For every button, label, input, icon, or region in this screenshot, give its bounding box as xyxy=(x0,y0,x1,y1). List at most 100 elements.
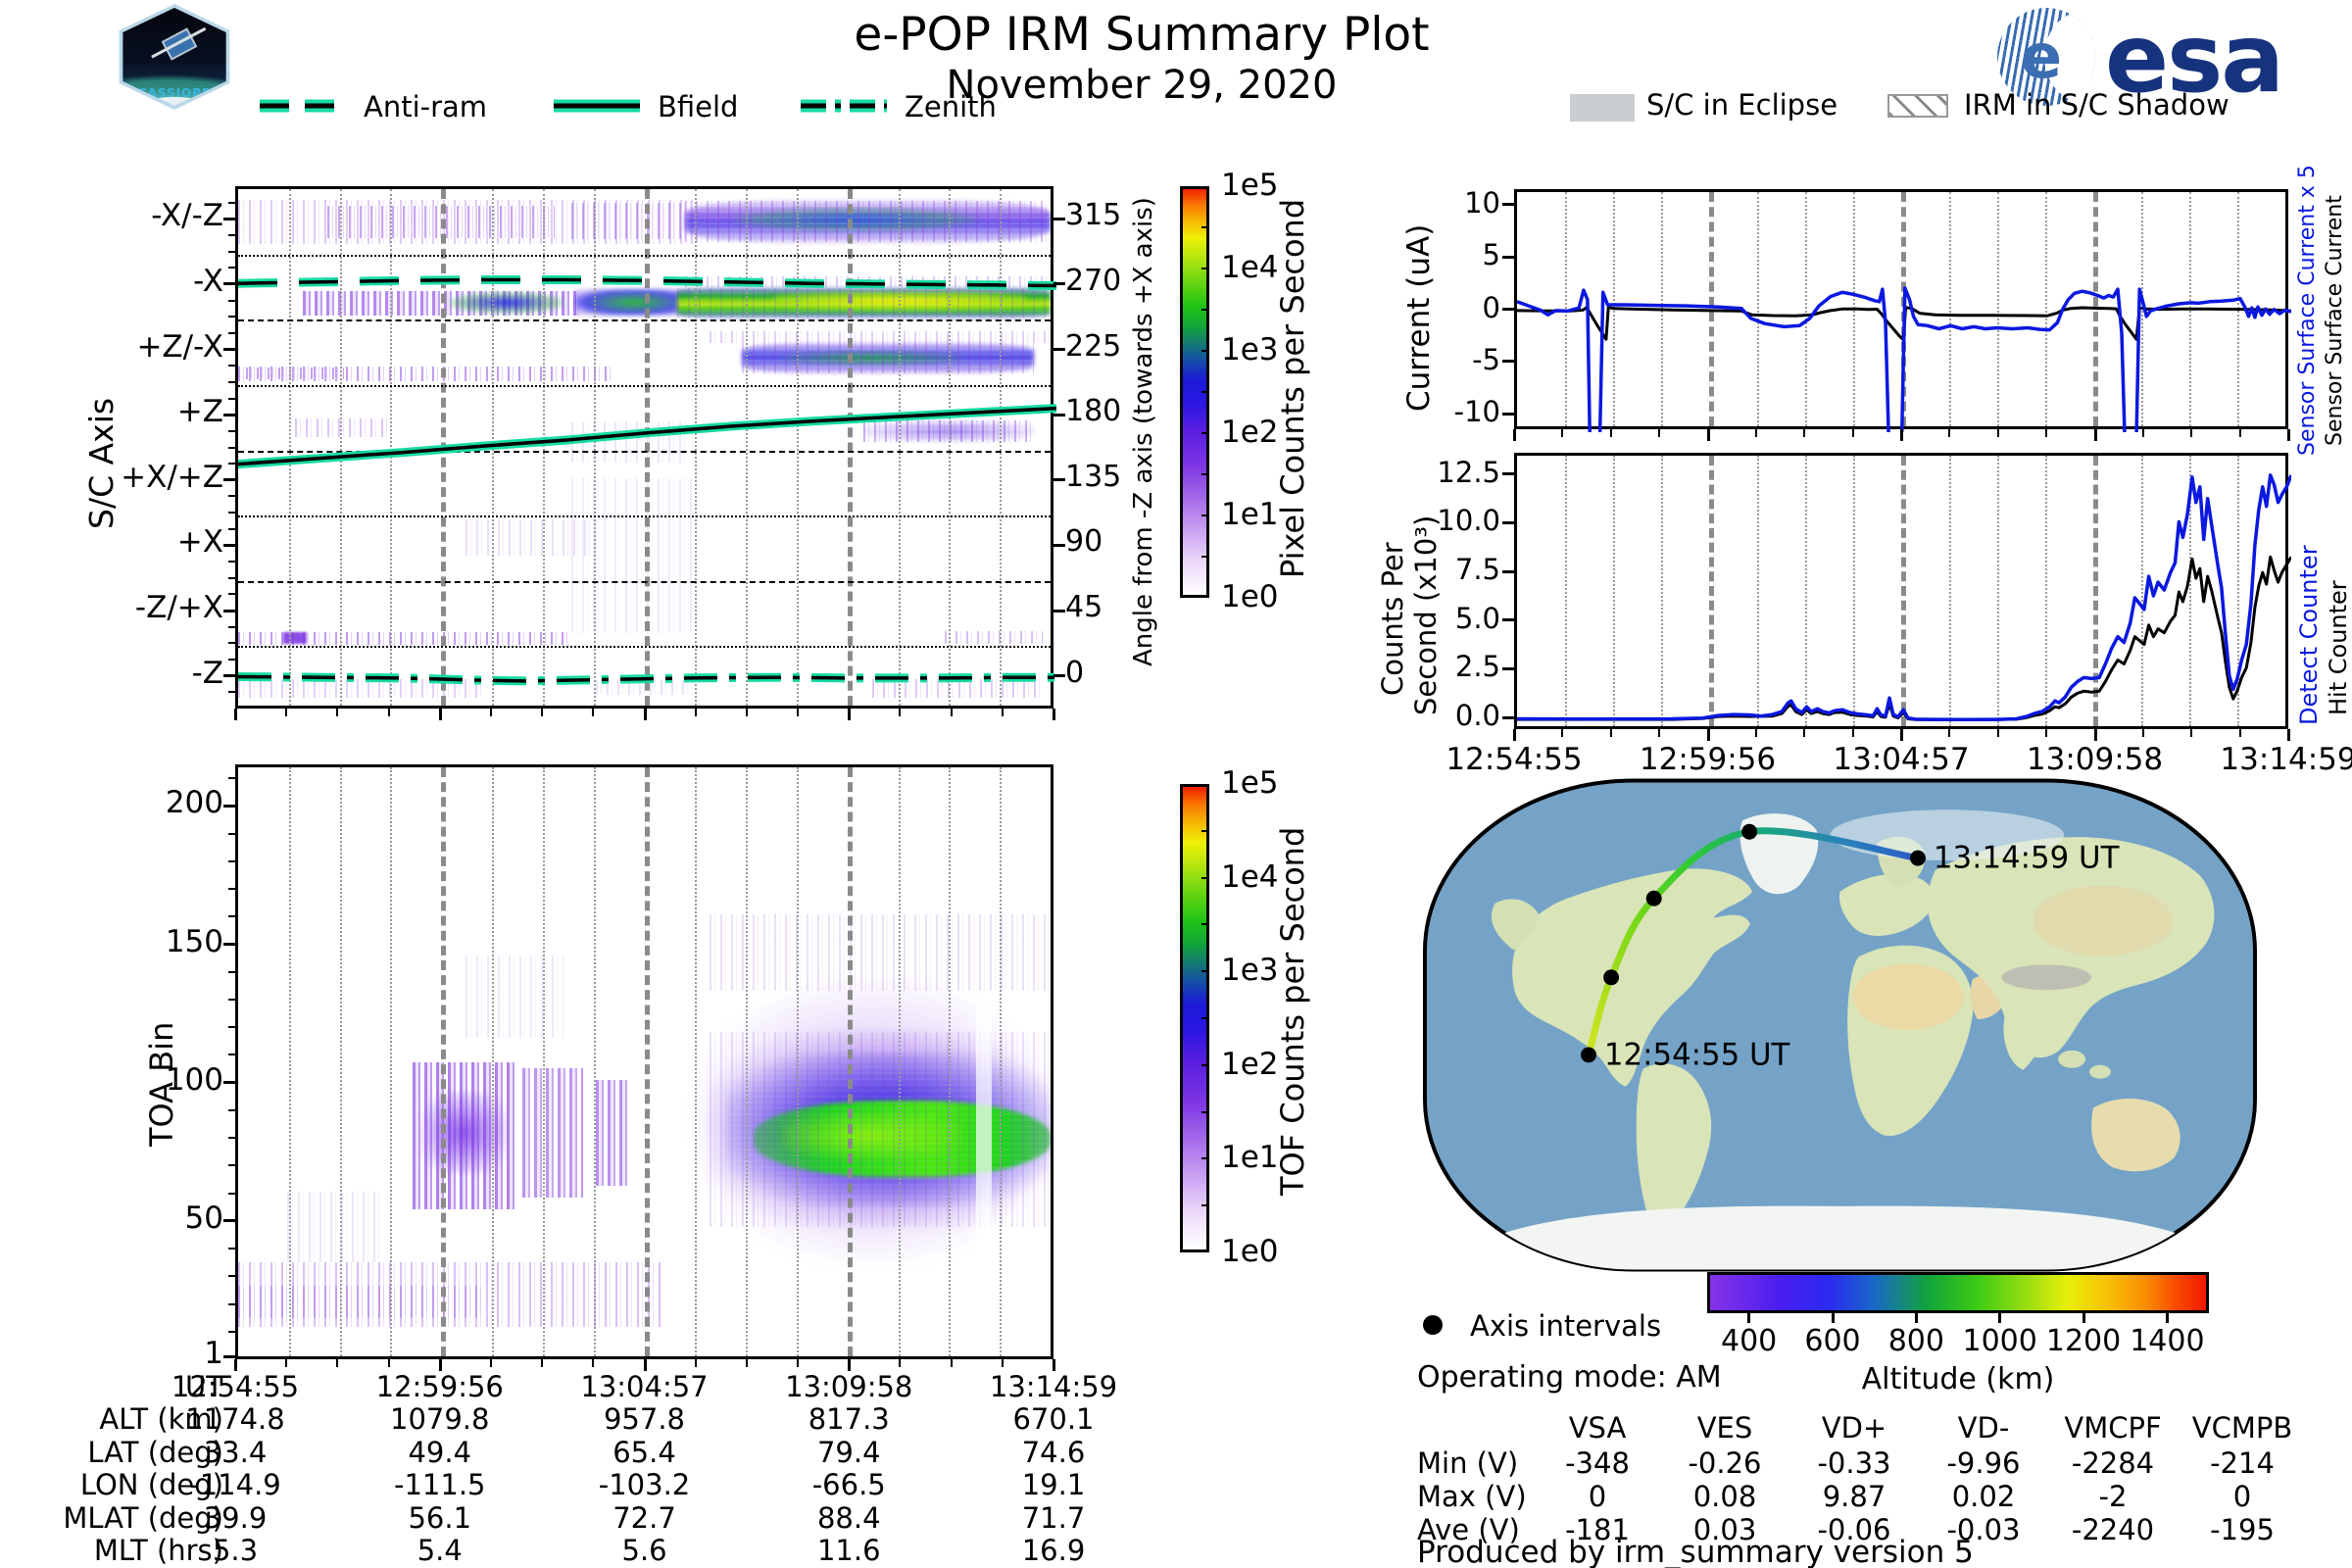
ephemeris-cell: 49.4 xyxy=(408,1435,472,1469)
colorbar-tick: 1e2 xyxy=(1221,415,1279,450)
x-tick xyxy=(950,1359,953,1367)
y-minortick xyxy=(228,316,235,318)
x-tick xyxy=(285,1359,288,1367)
x-tick xyxy=(234,709,237,720)
time-gridline xyxy=(339,767,342,1356)
y-tick xyxy=(1502,569,1514,573)
sc-axis-row-label: -Z xyxy=(191,655,223,691)
axis-intervals-label: Axis intervals xyxy=(1470,1309,1662,1343)
counters-series xyxy=(1517,473,2291,722)
y-tick xyxy=(1502,618,1514,622)
y-minortick xyxy=(228,1108,235,1111)
axis-intervals-dot-icon xyxy=(1423,1315,1443,1335)
counters-ytick: 0.0 xyxy=(1454,699,1500,733)
colorbar-tick: 1e3 xyxy=(1221,953,1279,989)
x-tick xyxy=(2045,729,2048,737)
ephemeris-cell: 13:04:57 xyxy=(580,1370,709,1403)
eclipse-legend-label: S/C in Eclipse xyxy=(1646,88,1838,122)
y-tick xyxy=(1502,666,1514,670)
time-gridline xyxy=(847,767,853,1356)
y-minortick xyxy=(228,777,235,780)
ephemeris-cell: 1174.8 xyxy=(185,1402,285,1437)
x-tick xyxy=(489,1359,492,1367)
y-minortick xyxy=(228,1302,235,1305)
x-tick xyxy=(2093,729,2097,741)
y-minortick xyxy=(228,1275,235,1278)
cbar-minortick xyxy=(1201,1157,1209,1160)
x-tick xyxy=(489,709,492,716)
time-gridline xyxy=(593,767,596,1356)
track-end-label: 13:14:59 UT xyxy=(1934,841,2120,876)
colorbar-tick: 1e4 xyxy=(1221,250,1279,285)
ephemeris-cell: 1079.8 xyxy=(390,1402,490,1437)
x-tick xyxy=(336,709,339,716)
time-gridline xyxy=(644,767,650,1356)
y-minortick xyxy=(228,201,235,204)
y-minortick xyxy=(228,1248,235,1250)
x-tick xyxy=(285,709,288,716)
alt-tick xyxy=(1747,1313,1751,1323)
colorbar-tick: 1e4 xyxy=(1221,858,1279,895)
sc-axis-row-label: -X/-Z xyxy=(151,198,223,234)
x-tick xyxy=(1513,729,1516,741)
alt-tick xyxy=(2082,1313,2085,1323)
sc-axis-row-label: -X xyxy=(193,263,223,299)
time-gridline xyxy=(441,767,447,1356)
ephemeris-cell: 11.6 xyxy=(816,1534,881,1567)
y-minortick xyxy=(228,1054,235,1056)
cbar-minortick xyxy=(1201,829,1209,832)
ephemeris-cell: 33.4 xyxy=(203,1435,268,1469)
y-minortick xyxy=(228,642,235,645)
colorbar-tick: 1e1 xyxy=(1221,1140,1279,1176)
ephemeris-cell: 5.3 xyxy=(212,1534,259,1567)
x-tick xyxy=(1706,429,1710,441)
y-minortick xyxy=(228,1330,235,1333)
x-tick xyxy=(1803,729,1806,737)
shadow-legend-label: IRM in S/C Shadow xyxy=(1964,88,2230,122)
counters-ytick: 7.5 xyxy=(1454,553,1500,587)
toa-ytick: 100 xyxy=(165,1061,223,1098)
x-tick xyxy=(848,709,852,720)
cbar-minortick xyxy=(1201,226,1209,228)
ephemeris-cell: 19.1 xyxy=(1021,1468,1086,1502)
toa-ytick: 150 xyxy=(165,923,223,959)
alt-tick xyxy=(1831,1313,1835,1323)
cbar-minortick xyxy=(1201,432,1209,434)
x-tick xyxy=(1609,729,1612,737)
x-tick xyxy=(1001,1359,1004,1367)
ephemeris-cell: 13:14:59 xyxy=(989,1370,1118,1403)
sensor_current-ytick: 10 xyxy=(1464,185,1500,220)
angle-right-tick: 0 xyxy=(1065,655,1085,690)
y-minortick xyxy=(228,512,235,514)
counts-right-label-blue: Detect Counter xyxy=(2295,545,2323,725)
time-gridline xyxy=(288,767,291,1356)
ephemeris-cell: 12:59:56 xyxy=(375,1370,504,1403)
page-title: e-POP IRM Summary Plot xyxy=(854,8,1430,62)
zenith-legend-label: Zenith xyxy=(905,90,997,123)
ephemeris-cell: 817.3 xyxy=(808,1402,890,1437)
x-tick xyxy=(1658,429,1661,437)
angle-right-tick: 45 xyxy=(1065,590,1103,625)
sensor_current-ytick: -5 xyxy=(1472,342,1500,376)
x-tick xyxy=(950,709,953,716)
y-minortick xyxy=(228,998,235,1001)
ephemeris-cell: 16.9 xyxy=(1021,1534,1086,1567)
x-tick xyxy=(1513,429,1516,441)
sc-axis-row-label: +Z xyxy=(176,394,223,430)
counts-time-label: 13:04:57 xyxy=(1833,742,1970,777)
y-tick xyxy=(1054,413,1065,416)
colorbar-tick: 1e0 xyxy=(1221,1234,1279,1269)
cbar-minortick xyxy=(1201,350,1209,352)
angle-right-tick: 90 xyxy=(1065,524,1103,560)
time-gridline xyxy=(492,767,495,1356)
colorbar-tick: 1e1 xyxy=(1221,497,1279,532)
x-tick xyxy=(2093,429,2097,441)
x-tick xyxy=(1001,709,1004,716)
operating-mode: Operating mode: AM xyxy=(1417,1360,1722,1395)
ephemeris-cell: -66.5 xyxy=(811,1468,886,1502)
counts-right-label-black: Hit Counter xyxy=(2325,580,2352,715)
sc-axis-spectrogram xyxy=(235,186,1056,709)
sensor_current-ytick: -10 xyxy=(1453,395,1500,429)
x-tick xyxy=(1996,429,1999,437)
x-tick xyxy=(1948,729,1951,737)
